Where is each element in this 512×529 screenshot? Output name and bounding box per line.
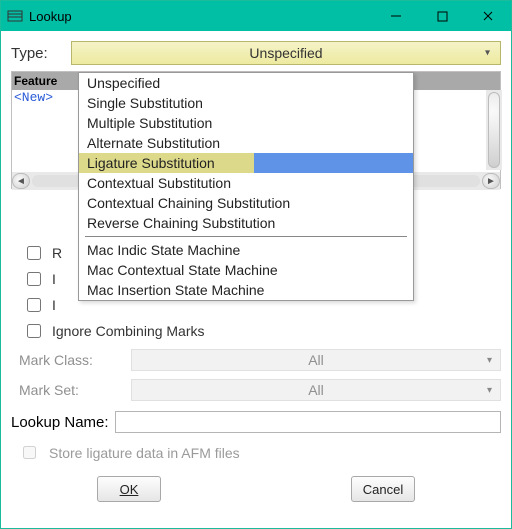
mark-class-select[interactable]: All ▾: [131, 349, 501, 371]
lookup-name-label: Lookup Name:: [11, 414, 115, 431]
check-ignore-lig-label: I: [52, 297, 56, 313]
type-option-mac-indic[interactable]: Mac Indic State Machine: [79, 240, 413, 260]
check-rtl-label: R: [52, 245, 62, 261]
close-button[interactable]: [465, 1, 511, 31]
lookup-name-input[interactable]: [115, 411, 501, 433]
scroll-right-icon[interactable]: ►: [482, 173, 500, 189]
mark-class-label: Mark Class:: [11, 352, 131, 368]
type-option-reverse-chain-sub[interactable]: Reverse Chaining Substitution: [79, 213, 413, 233]
titlebar: Lookup: [1, 1, 511, 31]
dropdown-separator: [85, 236, 407, 237]
type-option-contextual-sub[interactable]: Contextual Substitution: [79, 173, 413, 193]
afm-checkbox: [23, 446, 36, 459]
check-ignore-marks-label: Ignore Combining Marks: [52, 323, 205, 339]
mark-set-label: Mark Set:: [11, 382, 131, 398]
type-select-value: Unspecified: [249, 45, 322, 61]
type-label: Type:: [11, 45, 71, 62]
app-icon: [7, 8, 23, 24]
type-option-unspecified[interactable]: Unspecified: [79, 73, 413, 93]
vertical-scrollbar[interactable]: [486, 90, 502, 170]
cancel-button[interactable]: Cancel: [351, 476, 415, 502]
maximize-button[interactable]: [419, 1, 465, 31]
afm-label: Store ligature data in AFM files: [49, 445, 240, 461]
type-option-alternate-sub[interactable]: Alternate Substitution: [79, 133, 413, 153]
window-title: Lookup: [29, 9, 72, 24]
ok-label: OK: [120, 482, 139, 497]
mark-set-value: All: [308, 382, 324, 398]
chevron-down-icon: ▾: [485, 48, 490, 59]
type-select[interactable]: Unspecified ▾: [71, 41, 501, 65]
check-ignore-marks[interactable]: Ignore Combining Marks: [23, 321, 501, 341]
afm-row: Store ligature data in AFM files: [19, 443, 501, 462]
type-option-mac-insertion[interactable]: Mac Insertion State Machine: [79, 280, 413, 300]
type-option-single-sub[interactable]: Single Substitution: [79, 93, 413, 113]
type-dropdown-list[interactable]: Unspecified Single Substitution Multiple…: [78, 72, 414, 301]
type-option-multiple-sub[interactable]: Multiple Substitution: [79, 113, 413, 133]
lookup-name-row: Lookup Name:: [11, 411, 501, 433]
type-option-contextual-chain-sub[interactable]: Contextual Chaining Substitution: [79, 193, 413, 213]
checkbox-ignore-base[interactable]: [27, 272, 41, 286]
chevron-down-icon: ▾: [487, 355, 492, 366]
mark-set-select[interactable]: All ▾: [131, 379, 501, 401]
mark-set-row: Mark Set: All ▾: [11, 379, 501, 401]
mark-class-value: All: [308, 352, 324, 368]
type-row: Type: Unspecified ▾: [11, 41, 501, 65]
chevron-down-icon: ▾: [487, 385, 492, 396]
ok-button[interactable]: OK: [97, 476, 161, 502]
button-row: OK Cancel: [11, 472, 501, 508]
type-option-ligature-sub[interactable]: Ligature Substitution: [79, 153, 413, 173]
mark-class-row: Mark Class: All ▾: [11, 349, 501, 371]
checkbox-ignore-lig[interactable]: [27, 298, 41, 312]
vscroll-thumb[interactable]: [488, 92, 500, 168]
scroll-left-icon[interactable]: ◄: [12, 173, 30, 189]
type-option-mac-contextual[interactable]: Mac Contextual State Machine: [79, 260, 413, 280]
checkbox-rtl[interactable]: [27, 246, 41, 260]
cancel-label: Cancel: [363, 482, 403, 497]
check-ignore-base-label: I: [52, 271, 56, 287]
checkbox-ignore-marks[interactable]: [27, 324, 41, 338]
minimize-button[interactable]: [373, 1, 419, 31]
